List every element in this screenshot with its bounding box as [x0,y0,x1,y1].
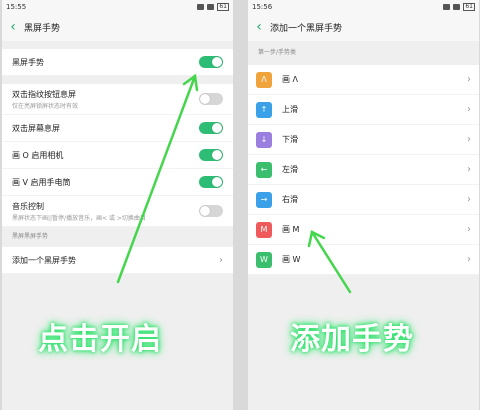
back-arrow-icon[interactable]: ‹ [2,19,24,35]
signal-icon [207,3,215,10]
back-arrow-icon[interactable]: ‹ [248,19,270,35]
chevron-right-icon: › [467,164,471,175]
status-bar: 15:55 61 [2,0,233,13]
right-screen: 15:56 61 ‹ 添加一个黑屏手势 第一步/手势类 Λ 画 Λ › ↑ 上滑… [248,0,479,410]
gesture-item-swipe-up[interactable]: ↑ 上滑 › [248,95,479,125]
toggle-switch[interactable] [199,122,223,134]
page-header: ‹ 添加一个黑屏手势 [248,13,479,41]
arrow-up-icon: ↑ [256,101,272,118]
section-label: 黑屏黑屏手势 [12,233,49,240]
chevron-right-icon: › [467,254,471,265]
gesture-item-swipe-left[interactable]: ← 左滑 › [248,155,479,185]
gesture-list: Λ 画 Λ › ↑ 上滑 › ↓ 下滑 › ← 左滑 › → 右滑 › M 画 … [248,65,479,275]
toggle-switch[interactable] [199,93,223,105]
toggle-switch[interactable] [199,56,223,68]
chevron-right-icon: › [467,134,471,145]
chevron-right-icon: › [467,224,471,235]
wifi-icon [197,3,205,10]
toggle-row-double-tap-screen[interactable]: 双击屏幕息屏 [2,115,233,142]
toggle-row-draw-v-flashlight[interactable]: 画 V 启用手电筒 [2,169,233,196]
wifi-icon [443,3,451,10]
page-title: 黑屏手势 [24,23,61,34]
status-bar: 15:56 61 [248,0,479,13]
gesture-item-draw-w[interactable]: W 画 W › [248,245,479,275]
chevron-right-icon: › [467,74,471,85]
gesture-item-lambda[interactable]: Λ 画 Λ › [248,65,479,95]
signal-icon [453,3,461,10]
overlay-caption: 添加手势 [290,322,414,357]
page-title: 添加一个黑屏手势 [270,23,343,34]
gesture-toggle-list: 黑屏手势 [2,49,233,76]
arrow-left-icon: ← [256,161,272,178]
overlay-caption: 点击开启 [38,322,162,357]
lambda-icon: Λ [256,71,272,88]
status-time: 15:56 [252,2,273,11]
chevron-right-icon: › [467,194,471,205]
left-screen: 15:55 61 ‹ 黑屏手势 黑屏手势 双击指纹按钮息屏 仅在亮屏锁屏状态时有… [2,0,233,410]
chevron-right-icon: › [467,104,471,115]
toggle-row-draw-o-camera[interactable]: 画 O 启用相机 [2,142,233,169]
page-header: ‹ 黑屏手势 [2,13,233,41]
toggle-switch[interactable] [199,205,223,217]
toggle-row-music-control[interactable]: 音乐控制 黑屏状态下画||暂停/播放音乐，画< 或 >切换曲目 [2,196,233,227]
gesture-item-swipe-down[interactable]: ↓ 下滑 › [248,125,479,155]
arrow-right-icon: → [256,191,272,208]
toggle-switch[interactable] [199,149,223,161]
add-gesture-item[interactable]: 添加一个黑屏手势 › [2,247,233,274]
arrow-down-icon: ↓ [256,131,272,148]
gesture-item-swipe-right[interactable]: → 右滑 › [248,185,479,215]
gesture-item-draw-m[interactable]: M 画 M › [248,215,479,245]
letter-m-icon: M [256,221,272,238]
toggle-row-double-tap-fingerprint[interactable]: 双击指纹按钮息屏 仅在亮屏锁屏状态时有效 [2,84,233,115]
battery-level: 61 [463,2,475,11]
chevron-right-icon: › [219,254,223,266]
section-label: 第一步/手势类 [258,49,297,56]
letter-w-icon: W [256,251,272,268]
toggle-row-screen-off-gesture[interactable]: 黑屏手势 [2,49,233,76]
status-time: 15:55 [6,2,27,11]
toggle-switch[interactable] [199,176,223,188]
battery-level: 61 [217,2,229,11]
